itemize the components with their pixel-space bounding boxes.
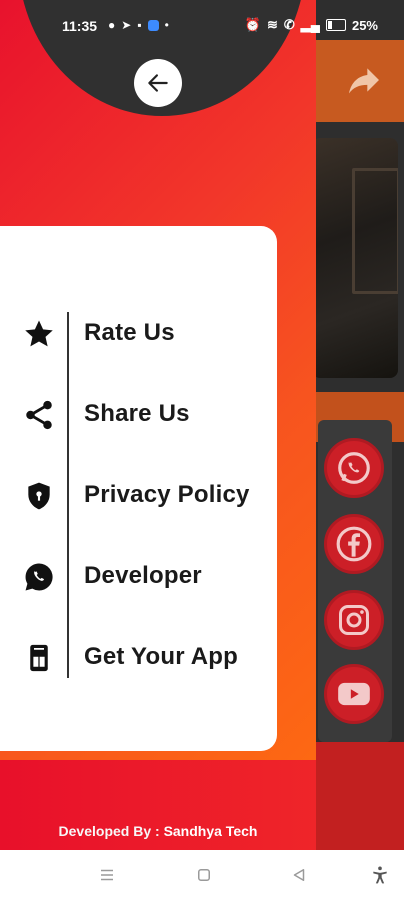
battery-icon (325, 19, 346, 31)
menu-item-get-your-app[interactable]: Get Your App (0, 632, 270, 682)
facebook-icon[interactable] (324, 514, 384, 574)
phone-app-icon (22, 641, 56, 675)
menu-item-developer[interactable]: Developer (0, 551, 270, 601)
battery-percent: 25% (351, 17, 378, 33)
menu-item-share-us[interactable]: Share Us (0, 389, 270, 439)
arrow-left-icon (148, 74, 168, 92)
back-nav-icon[interactable] (290, 866, 308, 889)
screen: Rate Us Share Us Privacy Policy Develope… (0, 0, 404, 900)
menu-nav-icon[interactable] (98, 866, 116, 889)
menu-item-label: Developer (84, 562, 202, 589)
share-arrow-icon[interactable] (344, 60, 384, 100)
status-bar: 11:35 ● ➤ ▪ • ⏰ ≋ ✆ ▂▄ 25% (0, 0, 404, 44)
telegram-icon: ➤ (121, 18, 132, 32)
notification-icon: ▪ (137, 18, 142, 32)
photo-door (352, 168, 398, 294)
more-dot-icon: • (164, 18, 169, 32)
menu-item-label: Rate Us (84, 319, 175, 346)
accessibility-icon[interactable] (370, 864, 390, 891)
menu-item-privacy-policy[interactable]: Privacy Policy (0, 470, 270, 520)
app-icon (147, 19, 159, 31)
home-nav-icon[interactable] (195, 866, 213, 889)
navigation-drawer: Rate Us Share Us Privacy Policy Develope… (0, 0, 316, 850)
alarm-icon: ⏰ (244, 17, 261, 32)
credit-prefix: Developed By : (58, 823, 164, 839)
credit-name: Sandhya Tech (163, 823, 258, 839)
system-nav-bar (0, 850, 404, 900)
shield-icon (22, 479, 56, 513)
menu-item-label: Privacy Policy (84, 481, 250, 508)
menu-item-label: Get Your App (84, 643, 238, 670)
call-icon: ✆ (283, 17, 295, 32)
notification-icons: ● ➤ ▪ • (108, 18, 169, 32)
instagram-icon[interactable] (324, 590, 384, 650)
status-time: 11:35 (62, 18, 98, 34)
signal-icon: ▂▄ (300, 17, 320, 32)
star-icon (22, 317, 56, 351)
message-icon: ● (108, 18, 116, 32)
background-photo (312, 138, 398, 378)
system-icons: ⏰ ≋ ✆ ▂▄ 25% (245, 17, 378, 33)
developer-credit: Developed By : Sandhya Tech (0, 823, 316, 839)
whatsapp-icon[interactable] (324, 438, 384, 498)
youtube-icon[interactable] (324, 664, 384, 724)
back-button[interactable] (134, 59, 182, 107)
whatsapp-icon (22, 560, 56, 594)
menu-item-rate-us[interactable]: Rate Us (0, 308, 270, 358)
wifi-icon: ≋ (266, 17, 278, 32)
menu-item-label: Share Us (84, 400, 190, 427)
share-icon (22, 398, 56, 432)
